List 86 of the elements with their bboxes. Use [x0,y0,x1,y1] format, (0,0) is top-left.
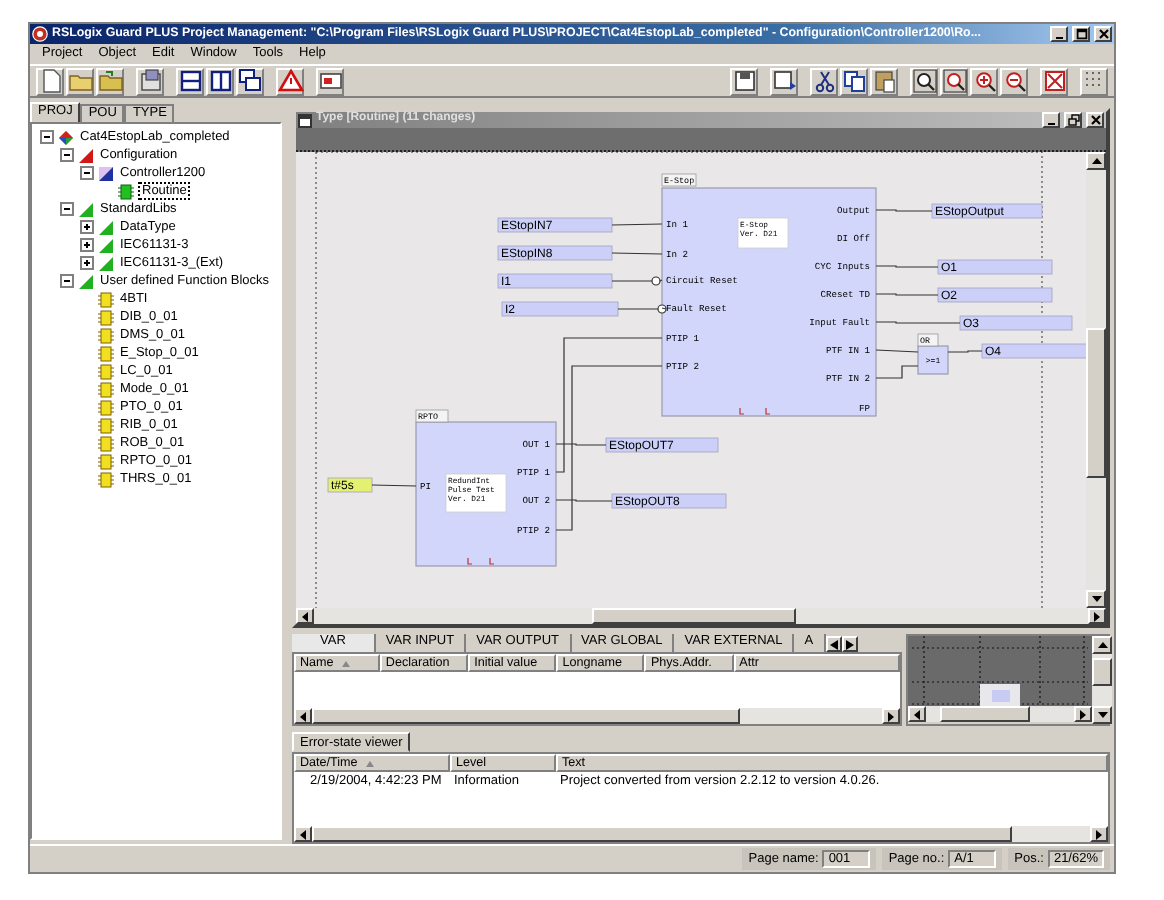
scroll-arrow-icon [298,829,308,839]
vertical-split-icon [207,68,233,94]
app-logo-icon [32,26,48,42]
sort-icon [365,759,374,767]
minimize-button[interactable] [1050,26,1068,42]
fit-page-icon [1041,68,1067,94]
grid-button[interactable] [1080,67,1108,95]
folder-button[interactable] [66,67,94,95]
wire [875,349,919,353]
tree-toggle[interactable] [60,274,74,288]
folder-icon [97,68,123,94]
scroll-thumb[interactable] [1086,328,1106,478]
sort-icon [341,659,350,667]
restore-icon [1067,114,1079,126]
scissors-button[interactable] [810,67,838,95]
zoom-out-button[interactable] [1000,67,1028,95]
zoom-button[interactable] [940,67,968,95]
properties-button[interactable] [136,67,164,95]
folder-button[interactable] [96,67,124,95]
window-icon [317,68,343,94]
vertical-scrollbar[interactable] [1092,636,1112,724]
save-all-button[interactable] [770,67,798,95]
pin-marker [489,557,495,565]
chip-icon [118,183,134,199]
vertical-scrollbar[interactable] [1086,152,1106,608]
save-button[interactable] [730,67,758,95]
wire [875,365,919,379]
scroll-arrow-icon [1097,640,1107,650]
copy-button[interactable] [840,67,868,95]
close-icon [1089,114,1101,126]
maximize-icon [1075,28,1087,40]
pin-marker [739,407,745,415]
vertical-split-button[interactable] [206,67,234,95]
zoom-button[interactable] [910,67,938,95]
horizontal-scrollbar[interactable] [908,706,1092,722]
zoom-in-button[interactable] [970,67,998,95]
scroll-arrow-icon [912,709,922,719]
scroll-thumb[interactable] [940,706,1031,722]
new-document-button[interactable] [36,67,64,95]
tree-toggle[interactable] [80,166,94,180]
scroll-thumb[interactable] [312,708,741,724]
scroll-arrow-icon [886,711,896,721]
function-block[interactable] [917,345,949,375]
close-button[interactable] [1086,112,1104,128]
zoom-out-icon [1001,68,1027,94]
zoom-in-icon [971,68,997,94]
tree-toggle[interactable] [40,130,54,144]
cascade-windows-button[interactable] [236,67,264,95]
warning-button[interactable] [276,67,304,95]
function-block[interactable] [415,421,557,567]
tree-toggle[interactable] [80,238,94,252]
diamond-icon [58,129,74,145]
scroll-thumb[interactable] [591,608,796,624]
tree-toggle[interactable] [60,148,74,162]
tree-toggle[interactable] [60,202,74,216]
horizontal-scrollbar[interactable] [296,608,1106,624]
properties-icon [137,68,163,94]
scroll-arrow-icon [1091,156,1101,166]
scissors-icon [811,68,837,94]
scroll-arrow-icon [300,611,310,621]
pin-marker [467,557,473,565]
triangle-icon [78,147,94,163]
scroll-arrow-icon [298,711,308,721]
horizontal-split-button[interactable] [176,67,204,95]
restore-button[interactable] [1064,112,1082,128]
copy-icon [841,68,867,94]
scroll-thumb[interactable] [1092,658,1112,687]
close-icon [1097,28,1109,40]
fit-page-button[interactable] [1040,67,1068,95]
function-block[interactable] [661,187,877,417]
save-all-icon [771,68,797,94]
document-icon [298,113,312,127]
save-icon [731,68,757,94]
horizontal-split-icon [177,68,203,94]
horizontal-scrollbar[interactable] [294,708,900,724]
maximize-button[interactable] [1072,26,1090,42]
close-button[interactable] [1094,26,1112,42]
controller-icon [98,165,114,181]
paste-button[interactable] [870,67,898,95]
window-button[interactable] [316,67,344,95]
minimize-button[interactable] [1042,112,1060,128]
scroll-arrow-icon [1094,829,1104,839]
pin-marker [765,407,771,415]
overview-map[interactable] [908,636,1092,706]
tree-toggle[interactable] [80,256,94,270]
tree-toggle[interactable] [80,220,94,234]
